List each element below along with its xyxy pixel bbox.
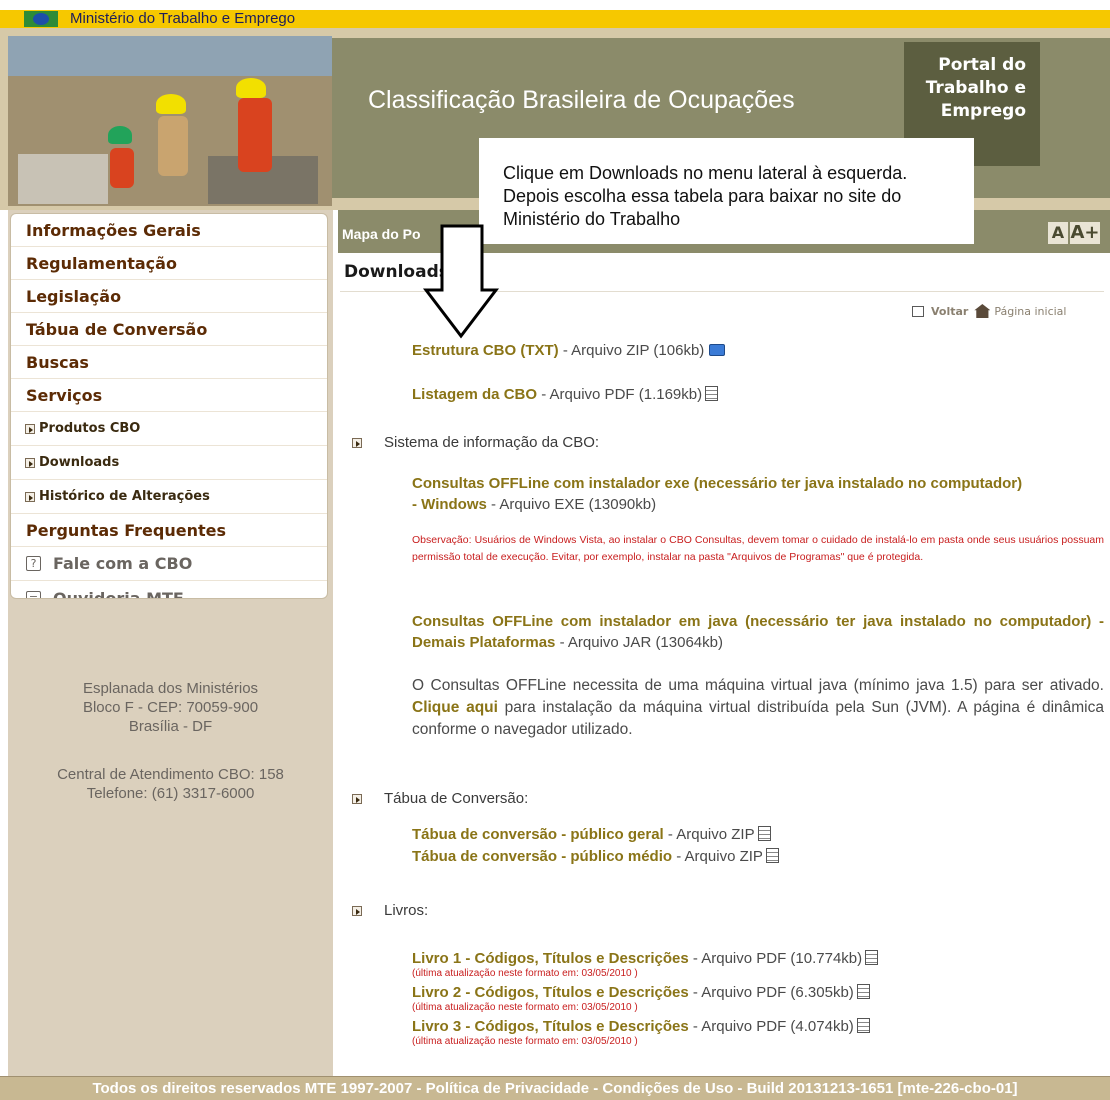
- download-link-offline-jar[interactable]: Consultas OFFLine com instalador em java…: [412, 613, 1104, 651]
- download-link-tabua-medio[interactable]: Tábua de conversão - público médio: [412, 848, 672, 865]
- gov-bar-title[interactable]: Ministério do Trabalho e Emprego: [70, 10, 295, 28]
- download-link-livro-2[interactable]: Livro 2 - Códigos, Títulos e Descrições: [412, 984, 689, 1001]
- jvm-install-link[interactable]: Clique aqui: [412, 699, 498, 716]
- sidebar: Informações Gerais Regulamentação Legisl…: [8, 210, 333, 1100]
- sidebar-item-historico-alteracoes[interactable]: Histórico de Alterações: [11, 480, 327, 514]
- sidebar-menu: Informações Gerais Regulamentação Legisl…: [10, 213, 328, 599]
- download-link-offline-exe-windows[interactable]: - Windows: [412, 496, 487, 513]
- download-item: Tábua de conversão - público geral - Arq…: [412, 826, 771, 843]
- update-note: (última atualização neste formato em: 03…: [412, 1002, 638, 1013]
- download-item: Listagem da CBO - Arquivo PDF (1.169kb): [412, 386, 719, 403]
- file-desc: - Arquivo PDF (4.074kb): [688, 1018, 854, 1035]
- footer-text: Todos os direitos reservados MTE 1997-20…: [92, 1080, 1018, 1097]
- document-icon: [865, 950, 879, 965]
- down-arrow-icon: [422, 224, 500, 339]
- download-item: Consultas OFFLine com instalador exe (ne…: [412, 473, 1104, 515]
- download-link-offline-exe[interactable]: Consultas OFFLine com instalador exe (ne…: [412, 475, 1022, 492]
- download-link-livro-1[interactable]: Livro 1 - Códigos, Títulos e Descrições: [412, 950, 689, 967]
- jvm-paragraph: O Consultas OFFLine necessita de uma máq…: [412, 677, 1104, 738]
- contact-line-2: Telefone: (61) 3317-6000: [86, 785, 255, 802]
- font-normal-button[interactable]: A: [1048, 222, 1068, 244]
- bullet-arrow-icon: [352, 437, 362, 448]
- file-desc: - Arquivo ZIP (106kb): [558, 342, 705, 359]
- sidebar-item-buscas[interactable]: Buscas: [11, 346, 327, 379]
- speech-bubble-icon: ≡: [26, 590, 41, 598]
- bullet-arrow-icon: [352, 905, 362, 916]
- annotation-text: Clique em Downloads no menu lateral à es…: [503, 163, 908, 229]
- document-icon: [757, 826, 771, 841]
- site-map-link[interactable]: Mapa do Po: [342, 226, 421, 242]
- contact-line-1: Central de Atendimento CBO: 158: [57, 766, 284, 783]
- download-link-listagem-cbo[interactable]: Listagem da CBO: [412, 386, 537, 403]
- sidebar-item-regulamentacao[interactable]: Regulamentação: [11, 247, 327, 280]
- back-nav: Voltar Página inicial: [912, 304, 1066, 318]
- question-icon: ?: [26, 556, 41, 571]
- expand-arrow-icon: [25, 457, 35, 468]
- expand-arrow-icon: [25, 491, 35, 502]
- section-title-text: Tábua de Conversão:: [384, 790, 529, 807]
- sidebar-item-informacoes-gerais[interactable]: Informações Gerais: [11, 214, 327, 247]
- file-desc: - Arquivo EXE (13090kb): [486, 496, 657, 513]
- section-sistema: Sistema de informação da CBO:: [352, 434, 599, 451]
- back-icon: [912, 305, 924, 317]
- annotation-callout: Clique em Downloads no menu lateral à es…: [479, 138, 974, 244]
- sidebar-item-ouvidoria-mte[interactable]: ≡ Ouvidoria MTE: [11, 581, 327, 598]
- sidebar-item-servicos[interactable]: Serviços: [11, 379, 327, 412]
- computer-icon: [709, 344, 726, 356]
- file-desc: - Arquivo PDF (10.774kb): [688, 950, 863, 967]
- document-icon: [856, 984, 870, 999]
- download-item: Consultas OFFLine com instalador em java…: [412, 611, 1104, 653]
- update-note: (última atualização neste formato em: 03…: [412, 1036, 638, 1047]
- portal-link-label: Portal do Trabalho e Emprego: [925, 55, 1026, 121]
- home-link[interactable]: Página inicial: [994, 305, 1066, 318]
- brazil-flag-icon: [24, 11, 58, 27]
- download-item: Tábua de conversão - público médio - Arq…: [412, 848, 779, 865]
- download-item: Livro 1 - Códigos, Títulos e Descrições …: [412, 950, 879, 967]
- download-link-livro-3[interactable]: Livro 3 - Códigos, Títulos e Descrições: [412, 1018, 689, 1035]
- section-title-text: Livros:: [384, 902, 429, 919]
- document-icon: [705, 386, 719, 401]
- file-desc: - Arquivo PDF (1.169kb): [537, 386, 703, 403]
- address-line-1: Esplanada dos Ministérios: [82, 680, 259, 697]
- sidebar-item-fale-com-cbo[interactable]: ? Fale com a CBO: [11, 547, 327, 581]
- sidebar-item-tabua-conversao[interactable]: Tábua de Conversão: [11, 313, 327, 346]
- sidebar-item-perguntas-frequentes[interactable]: Perguntas Frequentes: [11, 514, 327, 547]
- address-line-2: Bloco F - CEP: 70059-900: [82, 699, 259, 716]
- download-link-tabua-geral[interactable]: Tábua de conversão - público geral: [412, 826, 664, 843]
- back-link[interactable]: Voltar: [931, 305, 968, 318]
- address-line-3: Brasília - DF: [128, 718, 213, 735]
- expand-arrow-icon: [25, 423, 35, 434]
- section-tabua: Tábua de Conversão:: [352, 790, 528, 807]
- download-link-estrutura-cbo[interactable]: Estrutura CBO (TXT): [412, 342, 559, 359]
- site-footer: Todos os direitos reservados MTE 1997-20…: [0, 1076, 1110, 1100]
- sidebar-item-downloads[interactable]: Downloads: [11, 446, 327, 480]
- sidebar-item-legislacao[interactable]: Legislação: [11, 280, 327, 313]
- download-item: Livro 2 - Códigos, Títulos e Descrições …: [412, 984, 870, 1001]
- bullet-arrow-icon: [352, 793, 362, 804]
- file-desc: - Arquivo ZIP: [672, 848, 763, 865]
- download-item: Livro 3 - Códigos, Títulos e Descrições …: [412, 1018, 870, 1035]
- section-livros: Livros:: [352, 902, 428, 919]
- site-title: Classificação Brasileira de Ocupações: [368, 86, 795, 114]
- font-increase-button[interactable]: A+: [1070, 222, 1100, 244]
- document-icon: [765, 848, 779, 863]
- download-item: Estrutura CBO (TXT) - Arquivo ZIP (106kb…: [412, 342, 726, 359]
- file-desc: - Arquivo JAR (13064kb): [555, 634, 723, 651]
- gov-bar: Ministério do Trabalho e Emprego: [0, 0, 1110, 28]
- home-icon: [974, 304, 991, 318]
- file-desc: - Arquivo ZIP: [663, 826, 755, 843]
- update-note: (última atualização neste formato em: 03…: [412, 968, 638, 979]
- section-title-text: Sistema de informação da CBO:: [384, 434, 600, 451]
- header-photo: [8, 36, 332, 206]
- file-desc: - Arquivo PDF (6.305kb): [688, 984, 854, 1001]
- sidebar-item-produtos-cbo[interactable]: Produtos CBO: [11, 412, 327, 446]
- vista-warning-note: Observação: Usuários de Windows Vista, a…: [412, 534, 1104, 563]
- document-icon: [856, 1018, 870, 1033]
